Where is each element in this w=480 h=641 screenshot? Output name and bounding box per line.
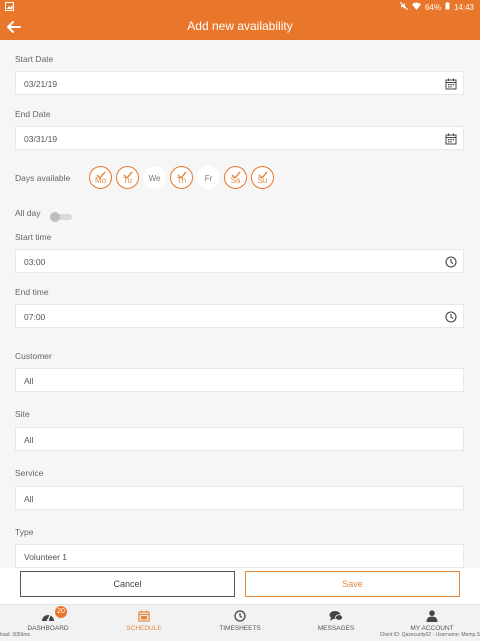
clock-icon[interactable] bbox=[445, 255, 457, 268]
checkmark-icon bbox=[231, 166, 241, 180]
site-value: All bbox=[24, 435, 34, 445]
type-label: Type bbox=[15, 527, 34, 537]
gallery-icon bbox=[5, 2, 14, 13]
checkmark-icon bbox=[123, 166, 133, 180]
all-day-toggle[interactable] bbox=[49, 209, 73, 222]
start-time-value: 03:00 bbox=[24, 257, 46, 267]
checkmark-icon bbox=[258, 166, 268, 180]
tab-messages[interactable]: MESSAGES bbox=[296, 608, 376, 632]
end-time-value: 07:00 bbox=[24, 312, 46, 322]
save-button[interactable]: Save bbox=[245, 571, 460, 597]
type-value: Volunteer 1 bbox=[24, 552, 68, 562]
calendar-icon bbox=[104, 610, 184, 622]
tab-label: MY ACCOUNT bbox=[410, 625, 454, 632]
day-label: Su bbox=[257, 176, 268, 185]
chat-icon bbox=[296, 610, 376, 622]
clock-icon bbox=[200, 610, 280, 622]
person-icon bbox=[392, 610, 472, 622]
action-bar: Cancel Save bbox=[0, 568, 480, 604]
service-select[interactable]: All bbox=[15, 486, 464, 510]
end-time-field[interactable]: 07:00 bbox=[15, 304, 464, 328]
day-label: Sa bbox=[230, 176, 241, 185]
start-time-field[interactable]: 03:00 bbox=[15, 249, 464, 273]
customer-value: All bbox=[24, 376, 34, 386]
day-label: Mo bbox=[94, 176, 107, 185]
end-time-label: End time bbox=[15, 287, 49, 297]
site-label: Site bbox=[15, 409, 30, 419]
day-toggle-mo[interactable]: Mo bbox=[89, 166, 112, 189]
start-date-value: 03/21/19 bbox=[24, 79, 58, 89]
day-toggle-th[interactable]: Th bbox=[170, 166, 193, 189]
checkmark-icon bbox=[177, 166, 187, 180]
client-info-text: Client ID: Qasecurity02 - Username: Memp… bbox=[379, 632, 480, 638]
day-toggle-we[interactable]: We bbox=[143, 166, 166, 189]
all-day-label: All day bbox=[15, 208, 41, 218]
tab-label: DASHBOARD bbox=[27, 625, 69, 632]
mute-icon bbox=[399, 1, 409, 12]
end-date-label: End Date bbox=[15, 109, 51, 119]
speedometer-icon bbox=[8, 610, 88, 622]
clock-time: 14:43 bbox=[453, 2, 474, 12]
end-date-value: 03/31/19 bbox=[24, 134, 58, 144]
notification-badge: 20 bbox=[55, 606, 67, 618]
tab-label: TIMESHEETS bbox=[219, 625, 261, 632]
app-bar: Add new availability bbox=[0, 14, 480, 40]
cancel-button[interactable]: Cancel bbox=[20, 571, 235, 597]
customer-select[interactable]: All bbox=[15, 368, 464, 392]
day-toggle-sa[interactable]: Sa bbox=[224, 166, 247, 189]
calendar-icon[interactable] bbox=[445, 132, 457, 145]
customer-label: Customer bbox=[15, 351, 52, 361]
tab-label: SCHEDULE bbox=[126, 625, 162, 632]
battery-percent: 64% bbox=[424, 2, 441, 12]
site-select[interactable]: All bbox=[15, 427, 464, 451]
checkmark-icon bbox=[96, 166, 106, 180]
page-title: Add new availability bbox=[187, 19, 293, 33]
start-time-label: Start time bbox=[15, 232, 52, 242]
start-date-label: Start Date bbox=[15, 54, 54, 64]
day-toggle-su[interactable]: Su bbox=[251, 166, 274, 189]
day-toggle-tu[interactable]: Tu bbox=[116, 166, 139, 189]
day-label: Fr bbox=[204, 174, 213, 183]
day-picker: Mo Tu We Th Fr Sa Su bbox=[89, 166, 274, 189]
form-content[interactable]: Start Date 03/21/19 End Date 03/31/19 Da… bbox=[0, 40, 480, 568]
tab-schedule[interactable]: SCHEDULE bbox=[104, 608, 184, 632]
day-toggle-fr[interactable]: Fr bbox=[197, 166, 220, 189]
calendar-icon[interactable] bbox=[445, 77, 457, 90]
wifi-icon bbox=[411, 2, 421, 12]
tab-label: MESSAGES bbox=[317, 625, 355, 632]
service-value: All bbox=[24, 494, 34, 504]
status-bar: 64% 14:43 bbox=[0, 0, 480, 14]
type-select[interactable]: Volunteer 1 bbox=[15, 544, 464, 568]
day-label: Th bbox=[176, 176, 187, 185]
tab-timesheets[interactable]: TIMESHEETS bbox=[200, 608, 280, 632]
service-label: Service bbox=[15, 468, 44, 478]
tab-my-account[interactable]: MY ACCOUNT bbox=[392, 608, 472, 632]
end-date-field[interactable]: 03/31/19 bbox=[15, 126, 464, 150]
day-label: We bbox=[148, 174, 161, 183]
load-time-text: load: 3056ms bbox=[0, 632, 31, 638]
tab-dashboard[interactable]: 20 DASHBOARD bbox=[8, 606, 88, 632]
battery-icon bbox=[445, 2, 450, 12]
days-available-label: Days available bbox=[15, 173, 71, 183]
day-label: Tu bbox=[122, 176, 133, 185]
start-date-field[interactable]: 03/21/19 bbox=[15, 71, 464, 95]
clock-icon[interactable] bbox=[445, 310, 457, 323]
